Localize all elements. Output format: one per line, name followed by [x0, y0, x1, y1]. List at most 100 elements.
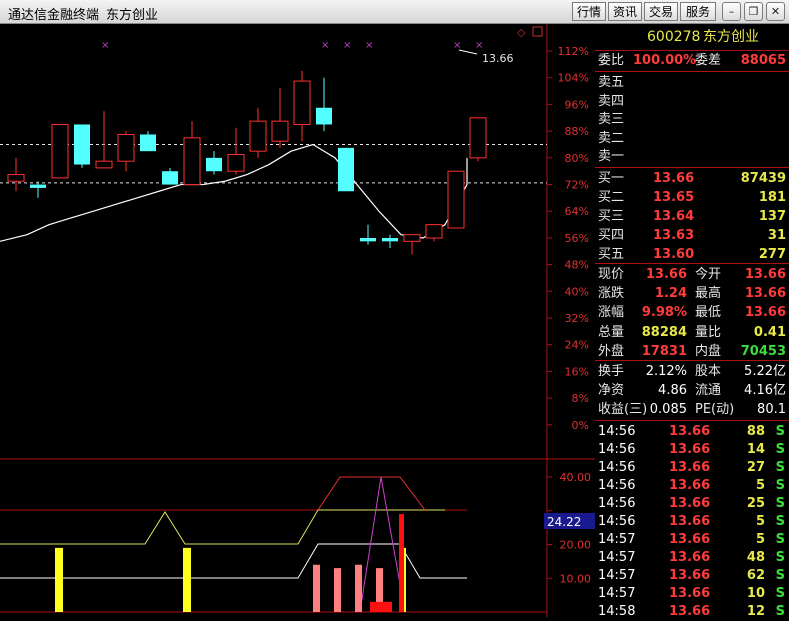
tick-price: 13.66	[669, 532, 711, 547]
ind-tick-label: 20.00	[560, 539, 592, 552]
close-icon[interactable]: ✕	[766, 2, 785, 21]
bid-row: 买二 13.65 181	[595, 189, 789, 207]
candle-body-down	[382, 238, 398, 242]
tick-volume: 88	[746, 424, 765, 439]
pct-tick-label: 96%	[565, 98, 589, 111]
ask-row: 卖一	[595, 148, 789, 166]
tick-flag: S	[775, 442, 785, 457]
bid-label: 买二	[598, 190, 625, 205]
indicator-red-line	[317, 476, 426, 511]
menu-trade-button[interactable]: 交易	[644, 2, 678, 21]
tick-time: 14:56	[598, 424, 636, 439]
window-stock-name: 东方创业	[106, 8, 159, 23]
menu-service-button[interactable]: 服务	[680, 2, 716, 21]
candle	[206, 151, 222, 175]
candle-body-down	[360, 238, 376, 242]
candle-body-up	[227, 154, 245, 172]
signal-mark: ×	[365, 40, 373, 51]
stat-label: 最低	[695, 305, 722, 321]
bid-volume: 31	[767, 228, 786, 243]
tick-volume: 5	[755, 532, 765, 547]
signal-mark: ×	[475, 40, 483, 51]
tick-volume: 12	[746, 604, 765, 619]
fund-value: 5.22亿	[744, 364, 786, 379]
stat-label: 内盘	[695, 343, 722, 359]
indicator-bar	[313, 564, 320, 612]
kline-chart[interactable]: ◇ × × × × × × 112% 104% 96% 88% 80% 72% 64% 56% 48% 40…	[0, 24, 595, 617]
candle-body-up	[293, 80, 311, 125]
pct-tick-label: 8%	[572, 392, 589, 405]
tick-time: 14:56	[598, 496, 636, 511]
stat-value: 88284	[641, 324, 687, 340]
indicator-bar	[55, 547, 63, 612]
stat-value: 13.66	[645, 267, 687, 282]
ind-tick-label: 10.00	[560, 572, 592, 585]
indicator-bars	[55, 514, 406, 612]
signal-mark: ×	[321, 40, 329, 51]
ask-label: 卖一	[598, 149, 625, 165]
restore-icon[interactable]: ❐	[744, 2, 763, 21]
stat-label: 今开	[695, 267, 722, 282]
stat-label: 涨幅	[598, 305, 625, 321]
stat-value: 0.41	[753, 324, 786, 340]
tick-row: 14:56 13.66 27 S	[595, 459, 789, 477]
tick-price: 13.66	[669, 460, 711, 475]
tick-price: 13.66	[669, 514, 711, 529]
stat-row: 涨跌 1.24 最高 13.66	[595, 285, 789, 303]
pct-tick-label: 48%	[565, 259, 589, 272]
bid-price: 13.63	[653, 228, 695, 243]
candle	[360, 224, 376, 245]
pct-tick-label: 88%	[565, 125, 589, 138]
tick-row: 14:57 13.66 10 S	[595, 585, 789, 603]
candle	[403, 234, 421, 255]
stat-value: 13.66	[744, 286, 786, 302]
candle-body-up	[271, 120, 289, 142]
diamond-icon[interactable]: ◇	[517, 26, 526, 39]
weibi-value: 100.00%	[633, 53, 697, 68]
stat-row: 外盘 17831 内盘 70453	[595, 343, 789, 361]
tick-price: 13.66	[669, 550, 711, 565]
indicator-bar	[334, 568, 341, 612]
tick-time: 14:57	[598, 586, 636, 601]
tick-flag: S	[775, 550, 785, 565]
candle	[447, 170, 465, 229]
fund-value: 4.86	[658, 383, 687, 398]
indicator-pane	[0, 476, 467, 613]
ind-tick-label: 40.00	[560, 471, 592, 484]
tick-flag: S	[775, 532, 785, 547]
candle	[7, 157, 25, 192]
ask-label: 卖三	[598, 112, 625, 128]
tick-volume: 25	[746, 496, 765, 511]
candle-body-up	[95, 160, 113, 169]
pct-tick-label: 24%	[565, 339, 589, 352]
menu-quote-button[interactable]: 行情	[572, 2, 606, 21]
minimize-icon[interactable]: –	[722, 2, 741, 21]
fund-label: 收益(三)	[598, 402, 648, 417]
title-bar: 通达信金融终端 东方创业 行情 资讯 交易 服务 – ❐ ✕	[0, 0, 789, 24]
weibi-row: 委比 100.00% 委差 88065	[595, 52, 789, 70]
pct-tick-label: 80%	[565, 152, 589, 165]
pct-tick-label: 112%	[558, 45, 589, 58]
ask-label: 卖四	[598, 93, 625, 109]
signal-marks: × × × × × ×	[101, 40, 483, 51]
tick-volume: 5	[755, 478, 765, 493]
bid-price: 13.60	[653, 247, 695, 262]
tick-time: 14:56	[598, 478, 636, 493]
bid-row: 买五 13.60 277	[595, 246, 789, 264]
stat-value: 13.66	[744, 267, 786, 282]
tick-row: 14:57 13.66 48 S	[595, 549, 789, 567]
tick-volume: 5	[755, 514, 765, 529]
menu-news-button[interactable]: 资讯	[608, 2, 642, 21]
candle-body-down	[338, 147, 354, 192]
stat-value: 1.24	[654, 286, 687, 302]
bid-volume: 137	[758, 209, 786, 224]
panel-toggle-icon[interactable]	[532, 26, 543, 37]
candle-body-down	[206, 157, 222, 172]
tick-price: 13.66	[669, 424, 711, 439]
divider	[595, 263, 789, 264]
candle-body-up	[403, 234, 421, 242]
tick-flag: S	[775, 496, 785, 511]
signal-mark: ×	[101, 40, 109, 51]
tick-time: 14:57	[598, 532, 636, 547]
stat-row: 现价 13.66 今开 13.66	[595, 266, 789, 284]
